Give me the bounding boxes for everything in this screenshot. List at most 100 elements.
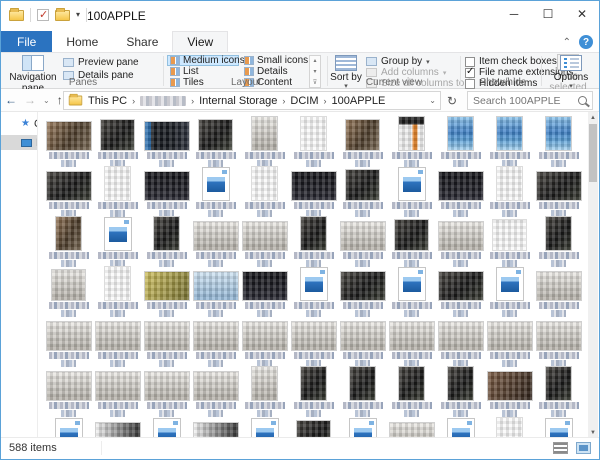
search-input[interactable] xyxy=(473,95,578,107)
recent-locations-icon[interactable]: ⌄ xyxy=(43,96,50,105)
file-item[interactable] xyxy=(289,317,338,367)
folder-icon[interactable] xyxy=(9,10,24,21)
file-item[interactable] xyxy=(240,417,289,438)
file-item[interactable] xyxy=(485,367,534,417)
file-item[interactable] xyxy=(142,317,191,367)
sidebar-item-desktop[interactable]: Desktop xyxy=(1,135,37,150)
file-item[interactable] xyxy=(191,267,240,317)
file-item[interactable] xyxy=(191,317,240,367)
file-item[interactable] xyxy=(338,117,387,167)
sidebar-item-quick-access[interactable]: ★Quick access xyxy=(1,116,37,131)
search-box[interactable] xyxy=(467,91,593,110)
search-icon[interactable] xyxy=(578,96,587,105)
tab-share[interactable]: Share xyxy=(112,31,172,52)
file-item[interactable] xyxy=(142,367,191,417)
file-item[interactable] xyxy=(191,167,240,217)
file-item[interactable] xyxy=(485,417,534,438)
maximize-button[interactable]: ☐ xyxy=(531,1,565,27)
file-item[interactable] xyxy=(289,267,338,317)
file-item[interactable] xyxy=(338,367,387,417)
file-item[interactable] xyxy=(44,117,93,167)
tab-home[interactable]: Home xyxy=(52,31,112,52)
breadcrumb-item-100apple[interactable]: 100APPLE xyxy=(332,95,386,107)
file-item[interactable] xyxy=(44,267,93,317)
breadcrumb[interactable]: This PC››Internal Storage›DCIM›100APPLE … xyxy=(63,91,441,110)
file-item[interactable] xyxy=(93,417,142,438)
scrollbar-thumb[interactable] xyxy=(589,124,597,182)
refresh-icon[interactable]: ↻ xyxy=(447,94,457,108)
file-item[interactable] xyxy=(485,267,534,317)
close-button[interactable]: ✕ xyxy=(565,1,599,27)
file-item[interactable] xyxy=(289,417,338,438)
group-by-button[interactable]: Group by▾ xyxy=(366,56,430,67)
file-item[interactable] xyxy=(289,117,338,167)
file-item[interactable] xyxy=(93,317,142,367)
file-item[interactable] xyxy=(387,267,436,317)
file-item[interactable] xyxy=(142,217,191,267)
file-item[interactable] xyxy=(485,217,534,267)
file-item[interactable] xyxy=(436,367,485,417)
file-item[interactable] xyxy=(485,317,534,367)
file-item[interactable] xyxy=(534,217,583,267)
breadcrumb-item-redacted[interactable] xyxy=(140,96,186,106)
file-item[interactable] xyxy=(44,417,93,438)
file-item[interactable] xyxy=(93,267,142,317)
file-item[interactable] xyxy=(240,367,289,417)
file-item[interactable] xyxy=(534,367,583,417)
layout-option-list[interactable]: List xyxy=(167,66,239,77)
file-item[interactable] xyxy=(240,217,289,267)
file-item[interactable] xyxy=(534,167,583,217)
file-item[interactable] xyxy=(534,267,583,317)
file-item[interactable] xyxy=(338,317,387,367)
file-item[interactable] xyxy=(142,117,191,167)
file-item[interactable] xyxy=(44,217,93,267)
properties-icon[interactable] xyxy=(37,9,49,21)
tab-file[interactable]: File xyxy=(1,31,52,52)
file-item[interactable] xyxy=(338,217,387,267)
file-item[interactable] xyxy=(436,217,485,267)
file-item[interactable] xyxy=(387,167,436,217)
breadcrumb-item-this-pc[interactable]: This PC xyxy=(88,95,127,107)
details-view-toggle[interactable] xyxy=(553,442,568,454)
preview-pane-button[interactable]: Preview pane xyxy=(63,57,139,68)
file-item[interactable] xyxy=(485,117,534,167)
file-item[interactable] xyxy=(338,267,387,317)
file-item[interactable] xyxy=(289,367,338,417)
file-item[interactable] xyxy=(534,117,583,167)
layout-option-medium-icons[interactable]: Medium icons xyxy=(167,55,239,66)
file-item[interactable] xyxy=(93,117,142,167)
minimize-button[interactable]: ─ xyxy=(497,1,531,27)
checkbox-icon[interactable] xyxy=(465,68,475,78)
file-item[interactable] xyxy=(93,217,142,267)
layout-option-details[interactable]: Details xyxy=(241,66,307,77)
file-item[interactable] xyxy=(44,367,93,417)
file-item[interactable] xyxy=(191,217,240,267)
file-item[interactable] xyxy=(191,417,240,438)
file-item[interactable] xyxy=(240,317,289,367)
scroll-up-icon[interactable]: ▲ xyxy=(588,112,598,123)
file-item[interactable] xyxy=(44,167,93,217)
file-item[interactable] xyxy=(534,417,583,438)
file-item[interactable] xyxy=(387,117,436,167)
file-item[interactable] xyxy=(436,117,485,167)
new-folder-icon[interactable] xyxy=(55,10,70,21)
file-item[interactable] xyxy=(44,317,93,367)
file-item[interactable] xyxy=(387,417,436,438)
breadcrumb-item-internal-storage[interactable]: Internal Storage xyxy=(199,95,277,107)
forward-button[interactable]: → xyxy=(24,93,36,107)
file-item[interactable] xyxy=(142,267,191,317)
layout-option-small-icons[interactable]: Small icons xyxy=(241,55,307,66)
file-item[interactable] xyxy=(191,117,240,167)
file-item[interactable] xyxy=(93,167,142,217)
file-item[interactable] xyxy=(534,317,583,367)
help-icon[interactable]: ? xyxy=(579,35,593,49)
file-item[interactable] xyxy=(436,417,485,438)
file-item[interactable] xyxy=(240,117,289,167)
file-item[interactable] xyxy=(436,267,485,317)
file-item[interactable] xyxy=(240,167,289,217)
file-item[interactable] xyxy=(436,317,485,367)
options-button[interactable]: Options ▾ xyxy=(545,55,597,91)
file-item[interactable] xyxy=(436,167,485,217)
file-item[interactable] xyxy=(338,167,387,217)
address-dropdown-icon[interactable]: ⌄ xyxy=(429,96,436,105)
